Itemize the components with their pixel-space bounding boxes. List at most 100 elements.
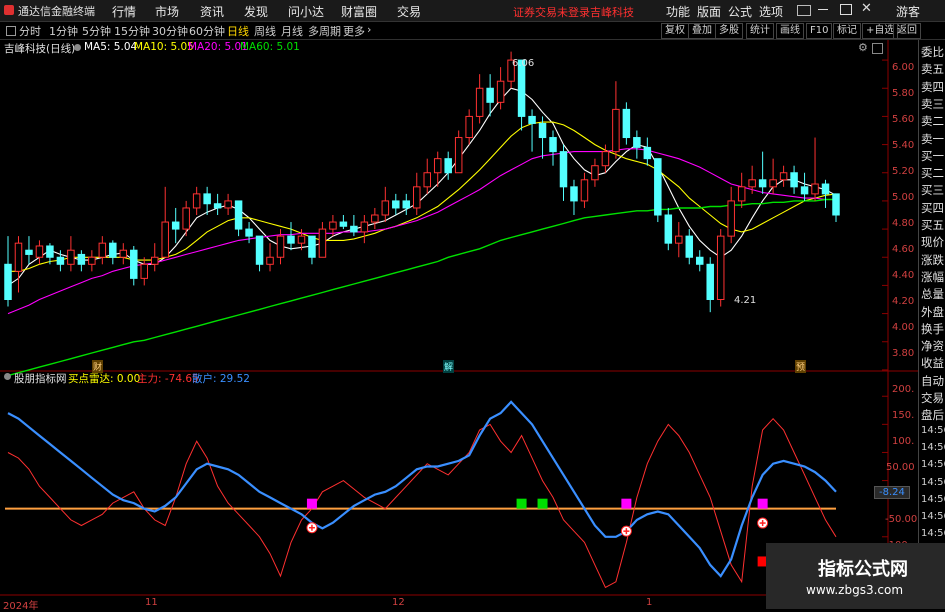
button-back[interactable]: 返回: [893, 23, 921, 39]
settings-gear-icon[interactable]: ⚙: [858, 41, 868, 54]
time-axis-label: 1: [646, 597, 653, 608]
side-panel-item[interactable]: 14:56: [921, 442, 945, 453]
tab-5min[interactable]: 5分钟: [82, 23, 111, 39]
side-panel-item[interactable]: 卖五: [921, 61, 944, 77]
signal-box: [621, 498, 632, 509]
button-huaxian[interactable]: 画线: [776, 23, 804, 39]
quote-side-panel[interactable]: 委比 卖五卖四 卖三 卖二卖一 买一 买二 买三买四 买五 现价涨跌 涨幅 总量外盘 换手 净资 收益自动…: [918, 40, 945, 609]
tab-weekly[interactable]: 周线: [254, 23, 276, 39]
grid-icon[interactable]: [6, 26, 16, 36]
chevron-right-icon[interactable]: ›: [367, 23, 371, 36]
menu-item-hangqing[interactable]: 行情: [112, 3, 136, 20]
candle: [350, 215, 358, 237]
side-panel-item[interactable]: 卖四: [921, 79, 944, 95]
maximize-icon[interactable]: [840, 4, 852, 15]
tab-more[interactable]: 更多: [343, 23, 365, 39]
menu-item-gongneng[interactable]: 功能: [666, 3, 690, 20]
candle: [779, 165, 788, 187]
tab-1min[interactable]: 1分钟: [49, 23, 78, 39]
tab-multi-period[interactable]: 多周期: [308, 23, 341, 39]
signal-box: [516, 498, 527, 509]
side-panel-item[interactable]: 14:56: [921, 528, 945, 539]
menu-item-caifuquan[interactable]: 财富圈: [341, 3, 377, 20]
candle-body: [591, 165, 599, 181]
side-panel-item[interactable]: 买四: [921, 200, 944, 216]
window-icon[interactable]: [797, 5, 811, 16]
button-f10[interactable]: F10: [806, 23, 833, 39]
candlesticks: [4, 51, 840, 313]
tab-daily[interactable]: 日线: [227, 23, 249, 39]
menu-item-wenxiaoda[interactable]: 问小达: [288, 3, 324, 20]
candle: [213, 193, 222, 215]
high-price-label: 6.06: [512, 58, 535, 69]
menu-item-xuanxiang[interactable]: 选项: [759, 3, 783, 20]
side-panel-item[interactable]: 卖二: [921, 113, 944, 129]
side-panel-item[interactable]: 14:56: [921, 425, 945, 436]
side-panel-item[interactable]: 14:56: [921, 459, 945, 470]
login-warning[interactable]: 证券交易未登录: [513, 4, 590, 20]
button-tongji[interactable]: 统计: [746, 23, 774, 39]
side-panel-item[interactable]: 卖一: [921, 131, 944, 147]
menu-item-banmian[interactable]: 版面: [697, 3, 721, 20]
side-panel-item[interactable]: 换手: [921, 321, 944, 337]
side-panel-item[interactable]: 涨跌: [921, 252, 944, 268]
side-panel-item[interactable]: 卖三: [921, 96, 944, 112]
candle: [622, 102, 631, 145]
side-panel-item[interactable]: 收益: [921, 355, 944, 371]
candle-body: [98, 242, 107, 258]
close-icon[interactable]: ✕: [861, 1, 872, 16]
side-panel-item[interactable]: 外盘: [921, 304, 944, 320]
menu-item-jiaoyi[interactable]: 交易: [397, 3, 421, 20]
side-panel-item[interactable]: 14:56: [921, 511, 945, 522]
side-panel-item[interactable]: 净资: [921, 338, 944, 354]
menu-item-zixun[interactable]: 资讯: [200, 3, 224, 20]
price-gridlines: [882, 59, 888, 371]
dropdown-circle-icon[interactable]: [4, 373, 11, 380]
side-panel-item[interactable]: 现价: [921, 234, 944, 250]
menu-item-faxian[interactable]: 发现: [244, 3, 268, 20]
side-panel-item[interactable]: 买二: [921, 165, 944, 181]
candle-body: [381, 200, 390, 216]
side-panel-item[interactable]: 自动: [921, 373, 944, 389]
candle-body: [758, 179, 767, 188]
time-axis-label: 11: [145, 597, 158, 608]
tab-60min[interactable]: 60分钟: [189, 23, 225, 39]
price-tick: 5.20: [892, 166, 915, 177]
event-marker-jie[interactable]: 解: [443, 360, 455, 373]
side-panel-item[interactable]: 交易: [921, 390, 944, 406]
side-panel-item[interactable]: 14:56: [921, 477, 945, 488]
candle: [4, 236, 12, 307]
candle: [119, 243, 128, 265]
tab-15min[interactable]: 15分钟: [114, 23, 150, 39]
tab-monthly[interactable]: 月线: [281, 23, 303, 39]
side-panel-item[interactable]: 总量: [921, 286, 944, 302]
side-panel-item[interactable]: 委比: [921, 44, 944, 60]
candle-body: [528, 115, 536, 124]
dropdown-circle-icon[interactable]: [74, 44, 81, 51]
candle-body: [790, 172, 798, 188]
expand-icon[interactable]: [872, 43, 883, 54]
candle-body: [224, 200, 232, 209]
button-fuquan[interactable]: 复权: [661, 23, 689, 39]
tab-30min[interactable]: 30分钟: [152, 23, 188, 39]
side-panel-item[interactable]: 涨幅: [921, 269, 944, 285]
tab-fenshi[interactable]: 分时: [19, 23, 41, 39]
event-marker-cai[interactable]: 财: [92, 360, 104, 373]
menu-item-shichang[interactable]: 市场: [155, 3, 179, 20]
side-panel-item[interactable]: 盘后: [921, 407, 944, 423]
minimize-icon[interactable]: [818, 9, 828, 10]
guest-label[interactable]: 游客: [896, 3, 920, 20]
menu-item-gongshi[interactable]: 公式: [728, 3, 752, 20]
candle: [716, 229, 725, 307]
candle-body: [182, 207, 190, 230]
button-biaoji[interactable]: 标记: [833, 23, 861, 39]
kline-chart[interactable]: [0, 40, 918, 609]
button-duogu[interactable]: 多股: [715, 23, 743, 39]
side-panel-item[interactable]: 买五: [921, 217, 944, 233]
side-panel-item[interactable]: 买三: [921, 182, 944, 198]
side-panel-item[interactable]: 14:56: [921, 494, 945, 505]
event-marker-yu[interactable]: 预: [795, 360, 807, 373]
candle-body: [255, 235, 264, 265]
side-panel-item[interactable]: 买一: [921, 148, 944, 164]
button-diejia[interactable]: 叠加: [688, 23, 716, 39]
